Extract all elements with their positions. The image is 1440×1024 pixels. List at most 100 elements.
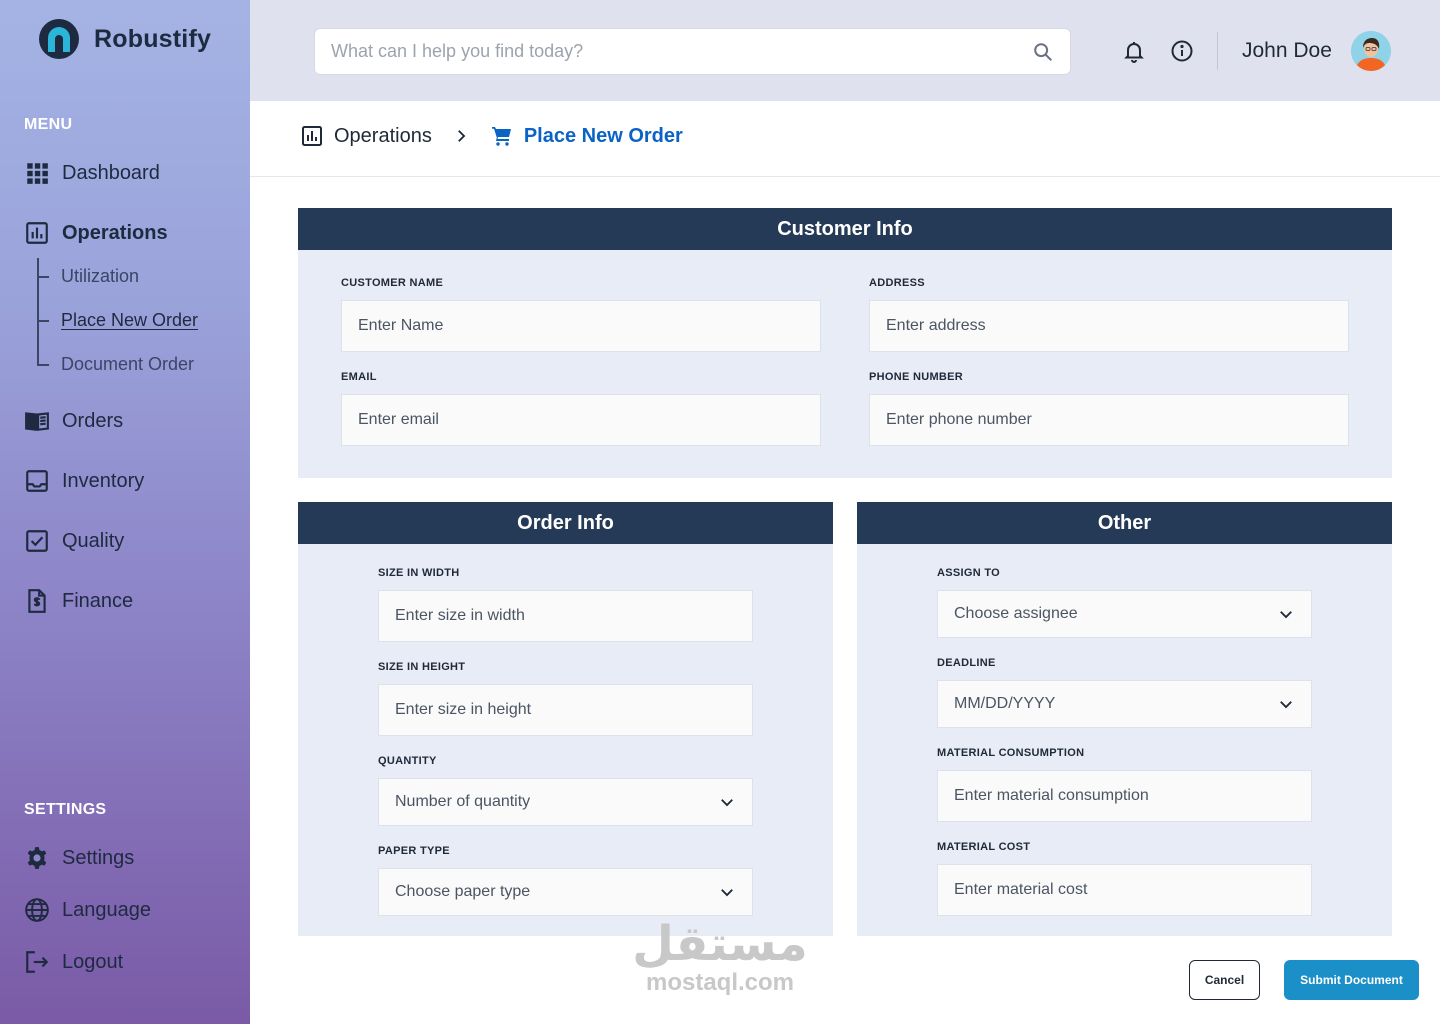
sidebar-item-label: Settings — [62, 846, 135, 869]
customer-name-field[interactable] — [341, 300, 821, 352]
sidebar-item-label: Dashboard — [62, 161, 160, 184]
quantity-label: QUANTITY — [378, 755, 437, 767]
customer-info-panel: Customer Info CUSTOMER NAME ADDRESS EMAI… — [298, 208, 1392, 478]
sidebar-item-orders[interactable]: Orders — [24, 408, 123, 434]
sidebar-item-label: Quality — [62, 529, 125, 552]
phone-input[interactable] — [886, 411, 1332, 429]
deadline-label: DEADLINE — [937, 657, 996, 669]
user-name[interactable]: John Doe — [1242, 39, 1332, 63]
other-panel: Other ASSIGN TO Choose assignee DEADLINE… — [857, 502, 1392, 936]
watermark: مستقل mostaql.com — [632, 918, 808, 996]
height-input[interactable] — [395, 701, 736, 719]
cancel-button[interactable]: Cancel — [1189, 960, 1260, 1000]
deadline-placeholder: MM/DD/YYYY — [954, 695, 1056, 712]
paper-type-placeholder: Choose paper type — [395, 883, 531, 900]
phone-field[interactable] — [869, 394, 1349, 446]
sidebar-item-inventory[interactable]: Inventory — [24, 468, 144, 494]
sidebar-item-operations[interactable]: Operations — [24, 220, 168, 246]
panel-title: Order Info — [298, 502, 833, 544]
sidebar-subitem-label: Document Order — [61, 354, 195, 374]
material-cost-label: MATERIAL COST — [937, 841, 1031, 853]
address-input[interactable] — [886, 317, 1332, 335]
sidebar-item-label: Logout — [62, 950, 124, 973]
sidebar-item-settings[interactable]: Settings — [24, 845, 134, 871]
sidebar-subitem-label: Utilization — [61, 266, 140, 286]
breadcrumb: Operations Place New Order — [300, 124, 683, 148]
chevron-down-icon[interactable] — [1277, 695, 1295, 713]
sidebar-item-quality[interactable]: Quality — [24, 528, 124, 554]
email-input[interactable] — [358, 411, 804, 429]
material-consumption-label: MATERIAL CONSUMPTION — [937, 747, 1085, 759]
sidebar-item-label: Language — [62, 898, 151, 921]
sidebar-subitem-utilization[interactable]: Utilization — [37, 266, 139, 287]
email-field[interactable] — [341, 394, 821, 446]
breadcrumb-operations[interactable]: Operations — [300, 124, 432, 148]
material-cost-field[interactable] — [937, 864, 1312, 916]
brand[interactable]: Robustify — [38, 18, 211, 60]
search-input[interactable] — [331, 41, 1032, 62]
material-cost-input[interactable] — [954, 881, 1295, 899]
width-field[interactable] — [378, 590, 753, 642]
header-divider — [1217, 32, 1218, 70]
chart-icon — [26, 222, 48, 244]
avatar[interactable] — [1351, 31, 1391, 71]
assign-label: ASSIGN TO — [937, 567, 1001, 579]
sidebar-item-logout[interactable]: Logout — [24, 949, 123, 975]
menu-section-label: MENU — [24, 116, 73, 133]
cart-icon — [491, 127, 511, 146]
address-field[interactable] — [869, 300, 1349, 352]
phone-label: PHONE NUMBER — [869, 371, 964, 383]
quantity-select[interactable]: Number of quantity — [378, 778, 753, 826]
checkbox-icon — [26, 530, 48, 552]
customer-name-input[interactable] — [358, 317, 804, 335]
email-label: EMAIL — [341, 371, 377, 383]
chevron-down-icon[interactable] — [718, 793, 736, 811]
book-icon — [25, 412, 49, 431]
watermark-arabic: مستقل — [632, 916, 808, 972]
customer-name-label: CUSTOMER NAME — [341, 277, 444, 289]
gear-icon — [27, 847, 47, 869]
sidebar: Robustify MENU Dashboard Operations Util… — [0, 0, 250, 1024]
bell-icon[interactable] — [1122, 39, 1146, 63]
sidebar-subitem-document-order[interactable]: Document Order — [37, 354, 194, 375]
sidebar-item-label: Finance — [62, 589, 134, 612]
height-field[interactable] — [378, 684, 753, 736]
submit-document-button[interactable]: Submit Document — [1284, 960, 1419, 1000]
breadcrumb-current: Place New Order — [490, 124, 683, 148]
breadcrumb-divider — [250, 176, 1440, 177]
user-avatar-icon — [1351, 31, 1391, 71]
paper-type-label: PAPER TYPE — [378, 845, 450, 857]
logout-icon — [26, 951, 49, 973]
robustify-logo-icon — [39, 19, 79, 59]
sidebar-item-finance[interactable]: Finance — [24, 588, 133, 614]
assignee-placeholder: Choose assignee — [954, 605, 1078, 622]
paper-type-select[interactable]: Choose paper type — [378, 868, 753, 916]
assignee-select[interactable]: Choose assignee — [937, 590, 1312, 638]
height-label: SIZE IN HEIGHT — [378, 661, 466, 673]
top-bar: John Doe — [250, 0, 1440, 101]
width-label: SIZE IN WIDTH — [378, 567, 460, 579]
material-consumption-input[interactable] — [954, 787, 1295, 805]
breadcrumb-label: Place New Order — [523, 124, 683, 147]
sidebar-subitem-place-new-order[interactable]: Place New Order — [37, 310, 198, 331]
sidebar-item-language[interactable]: Language — [24, 897, 151, 923]
width-input[interactable] — [395, 607, 736, 625]
chevron-right-icon — [457, 130, 466, 142]
grid-icon — [27, 163, 48, 184]
material-consumption-field[interactable] — [937, 770, 1312, 822]
search-box[interactable] — [314, 28, 1071, 75]
chevron-down-icon[interactable] — [718, 883, 736, 901]
info-icon[interactable] — [1170, 39, 1194, 63]
deadline-select[interactable]: MM/DD/YYYY — [937, 680, 1312, 728]
sidebar-item-label: Orders — [62, 409, 124, 432]
search-icon[interactable] — [1032, 41, 1054, 63]
chart-icon — [302, 126, 322, 146]
panel-title: Other — [857, 502, 1392, 544]
sidebar-subitem-label: Place New Order — [61, 310, 199, 330]
chevron-down-icon[interactable] — [1277, 605, 1295, 623]
sidebar-item-dashboard[interactable]: Dashboard — [24, 160, 160, 186]
inbox-icon — [26, 470, 48, 492]
globe-icon — [25, 898, 49, 922]
address-label: ADDRESS — [869, 277, 925, 289]
watermark-latin: mostaql.com — [645, 969, 795, 996]
